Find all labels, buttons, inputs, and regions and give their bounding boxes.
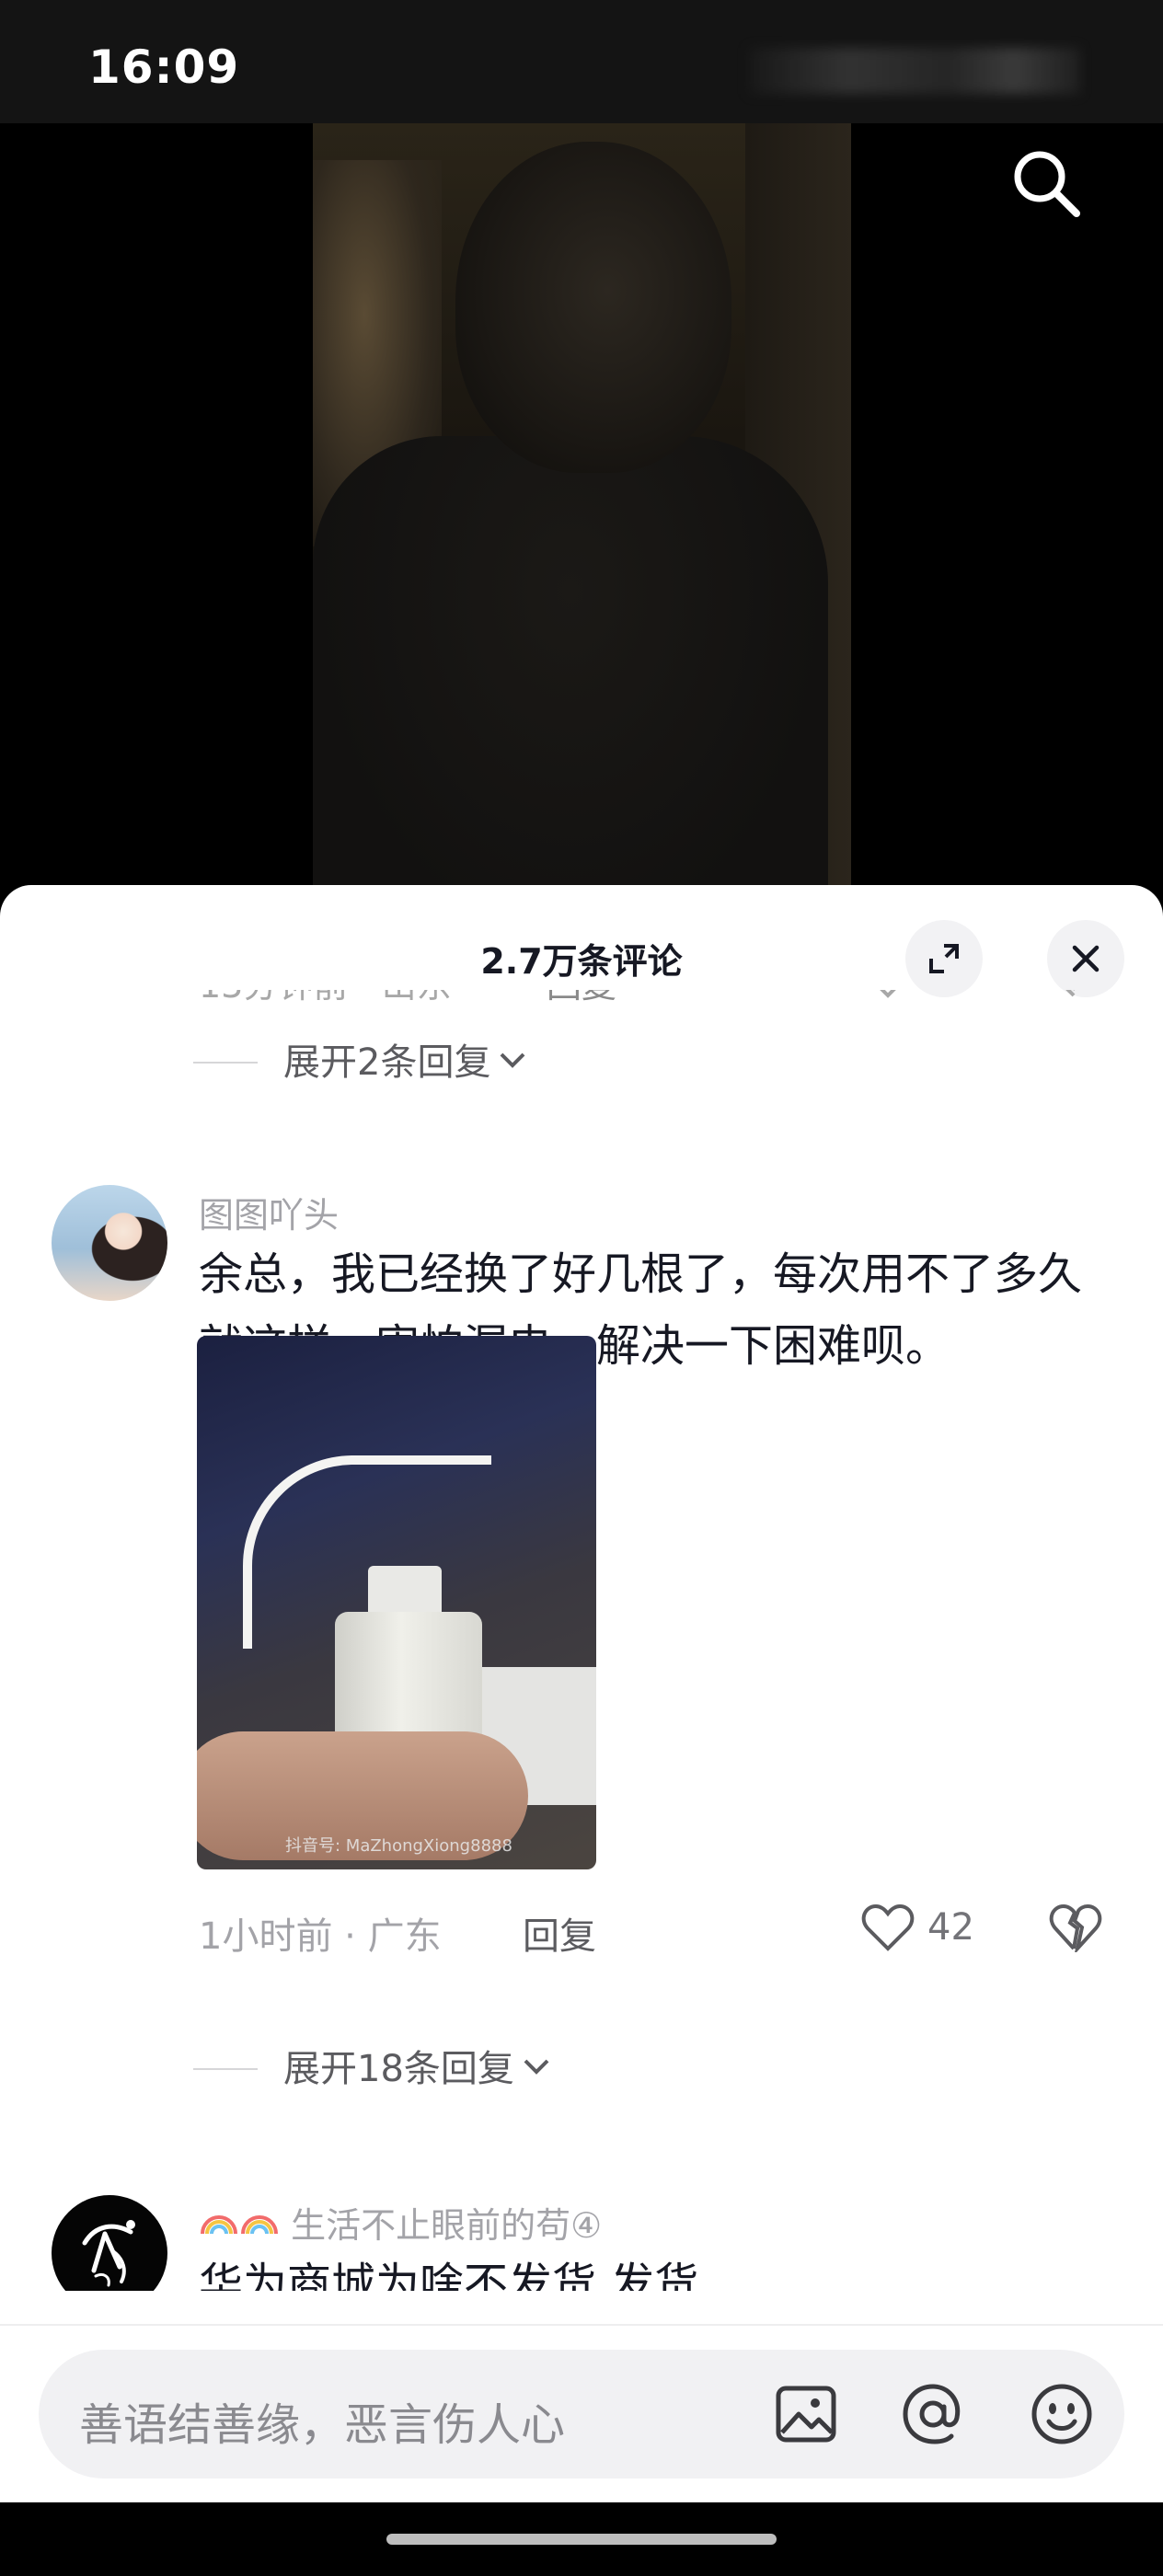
- comment-text: 华为商城为啥不发货 发货: [199, 2259, 699, 2291]
- status-icons-blurred: [749, 48, 1080, 94]
- chevron-down-icon: [496, 1038, 529, 1080]
- like-count: 42: [927, 1906, 974, 1949]
- emoji-icon[interactable]: [1027, 2379, 1097, 2449]
- comment-username[interactable]: 图图吖头: [199, 1187, 339, 1237]
- expand-replies-button[interactable]: 展开18条回复: [283, 2039, 553, 2092]
- image-watermark: 抖音号: MaZhongXiong8888: [285, 1836, 512, 1856]
- system-nav-bar: [0, 2502, 1163, 2576]
- avatar[interactable]: [52, 2195, 167, 2291]
- comment-image[interactable]: 抖音号: MaZhongXiong8888: [197, 1336, 596, 1869]
- video-frame: [313, 123, 851, 914]
- comment-username[interactable]: 生活不止眼前的苟④: [199, 2197, 602, 2248]
- comment-list[interactable]: 13分钟前 · 山东 回复 11 展开2条回复 图图吖头 余总，我已经换了好几根…: [0, 977, 1163, 2291]
- like-icon[interactable]: [863, 990, 913, 1007]
- like-icon[interactable]: [861, 1903, 915, 1956]
- comment-count-title: 2.7万条评论: [480, 941, 683, 982]
- reply-button[interactable]: 回复: [547, 990, 616, 1007]
- avatar[interactable]: [52, 1185, 167, 1301]
- video-person-head: [455, 142, 731, 473]
- input-placeholder: 善语结善缘，恶言伤人心: [79, 2399, 566, 2451]
- comment-input-bar: 善语结善缘，恶言伤人心: [0, 2324, 1163, 2504]
- video-person-body: [313, 436, 828, 914]
- status-time: 16:09: [88, 40, 240, 94]
- comment-sheet: 2.7万条评论 13分钟前 · 山东 回复 11 展开2条回复 图图吖头 余总，…: [0, 885, 1163, 2502]
- expand-replies-button[interactable]: 展开2条回复: [283, 1032, 529, 1086]
- dislike-icon[interactable]: [1049, 1903, 1102, 1956]
- dislike-icon[interactable]: [1049, 990, 1099, 1007]
- reply-button[interactable]: 回复: [523, 1906, 596, 1960]
- status-bar: 16:09: [0, 0, 1163, 123]
- search-icon[interactable]: [1010, 147, 1084, 221]
- video-player[interactable]: [0, 123, 1163, 914]
- at-icon[interactable]: [898, 2379, 968, 2449]
- image-icon[interactable]: [771, 2379, 841, 2449]
- calligraphy-logo-icon: [82, 2220, 135, 2287]
- chevron-down-icon: [520, 2044, 553, 2087]
- cutoff-comment-meta: 13分钟前 · 山东 回复 11: [199, 990, 1119, 1012]
- home-indicator[interactable]: [386, 2534, 777, 2545]
- comment-input[interactable]: 善语结善缘，恶言伤人心: [39, 2350, 1124, 2478]
- rainbow-emoji-icon: [199, 2205, 291, 2246]
- comment-time-location: 1小时前 · 广东: [199, 1915, 442, 1958]
